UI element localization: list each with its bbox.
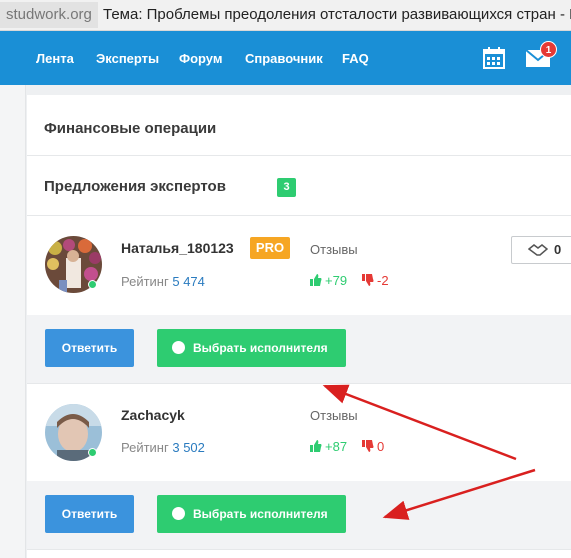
user-icon: [172, 341, 185, 354]
mail-badge: 1: [540, 41, 557, 58]
calendar-icon[interactable]: [481, 45, 507, 71]
expert-name[interactable]: Zachacyk: [121, 407, 185, 423]
negative-reviews[interactable]: 0: [362, 439, 384, 454]
reply-button[interactable]: Ответить: [45, 495, 134, 533]
positive-count: +79: [325, 273, 348, 288]
rating: Рейтинг 5 474: [121, 274, 205, 289]
left-rail: [0, 85, 26, 558]
expert-card-1: Наталья_180123 PRO Рейтинг 5 474 Отзывы …: [27, 216, 571, 315]
thumbs-down-icon: [362, 274, 374, 286]
nav-item-experts[interactable]: Эксперты: [96, 51, 159, 66]
thumbs-up-icon: [310, 274, 322, 286]
user-icon: [172, 507, 185, 520]
thumbs-down-icon: [362, 440, 374, 452]
nav-item-forum[interactable]: Форум: [179, 51, 222, 66]
finance-title: Финансовые операции: [44, 120, 217, 137]
deal-count: 0: [554, 242, 562, 257]
online-indicator: [88, 448, 97, 457]
rating-value: 5 474: [172, 274, 205, 289]
negative-reviews[interactable]: -2: [362, 273, 389, 288]
handshake-icon: [528, 244, 548, 256]
rating-label: Рейтинг: [121, 274, 169, 289]
negative-count: 0: [377, 439, 385, 454]
nav-item-feed[interactable]: Лента: [36, 51, 74, 66]
negative-count: -2: [377, 273, 389, 288]
rating-value: 3 502: [172, 440, 205, 455]
nav-item-faq[interactable]: FAQ: [342, 51, 369, 66]
reviews-label: Отзывы: [310, 408, 358, 423]
offers-count-badge: 3: [277, 178, 296, 197]
expert-actions-1: Ответить Выбрать исполнителя: [27, 315, 571, 383]
choose-executor-button[interactable]: Выбрать исполнителя: [157, 495, 346, 533]
offers-title: Предложения экспертов: [44, 178, 226, 195]
expert-actions-2: Ответить Выбрать исполнителя: [27, 481, 571, 549]
reviews-label: Отзывы: [310, 242, 358, 257]
expert-card-2: Zachacyk Рейтинг 3 502 Отзывы +87 0: [27, 384, 571, 481]
positive-reviews[interactable]: +87: [310, 439, 347, 454]
site-chip[interactable]: studwork.org: [0, 2, 98, 28]
reply-button[interactable]: Ответить: [45, 329, 134, 367]
nav-item-reference[interactable]: Справочник: [245, 51, 323, 66]
online-indicator: [88, 280, 97, 289]
rating: Рейтинг 3 502: [121, 440, 205, 455]
browser-tab-bar: studwork.org Тема: Проблемы преодоления …: [0, 0, 571, 31]
rating-label: Рейтинг: [121, 440, 169, 455]
top-navbar: Лента Эксперты Форум Справочник FAQ: [0, 31, 571, 85]
deal-counter[interactable]: 0: [511, 236, 571, 264]
divider: [27, 549, 571, 550]
main-panel: Финансовые операции Предложения эксперто…: [27, 95, 571, 558]
pro-badge: PRO: [250, 237, 290, 259]
positive-count: +87: [325, 439, 348, 454]
expert-name[interactable]: Наталья_180123: [121, 240, 234, 256]
browser-tab-title[interactable]: Тема: Проблемы преодоления отсталости ра…: [103, 2, 571, 28]
divider: [27, 155, 571, 156]
thumbs-up-icon: [310, 440, 322, 452]
choose-executor-label: Выбрать исполнителя: [193, 507, 328, 521]
choose-executor-button[interactable]: Выбрать исполнителя: [157, 329, 346, 367]
positive-reviews[interactable]: +79: [310, 273, 347, 288]
choose-executor-label: Выбрать исполнителя: [193, 341, 328, 355]
